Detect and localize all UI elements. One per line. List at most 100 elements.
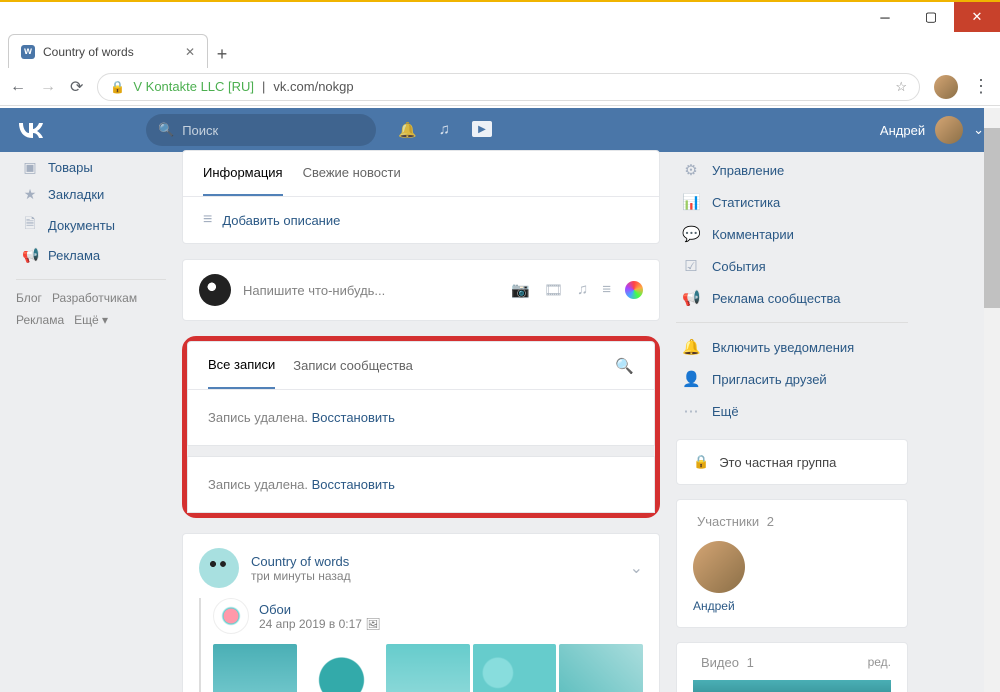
left-footer: Блог Разработчикам Реклама Ещё ▾: [16, 279, 166, 331]
member-avatar[interactable]: [693, 541, 745, 593]
favicon-icon: w: [21, 45, 35, 59]
video-thumbnail[interactable]: [693, 680, 891, 692]
nav-documents[interactable]: 🗎Документы: [16, 208, 166, 242]
search-placeholder: Поиск: [182, 123, 218, 138]
window-titlebar: ─ ▢ ✕: [0, 0, 1000, 32]
wall-tab-community[interactable]: Записи сообщества: [293, 343, 413, 388]
vk-page: 🔍 Поиск 🔔 ♫ ▶ Андрей ⌄ ▣Товары ★Закладки…: [0, 108, 1000, 692]
nav-ads[interactable]: 📢Реклама: [16, 242, 166, 269]
tab-fresh-news[interactable]: Свежие новости: [303, 151, 401, 196]
stats-link[interactable]: 📊Статистика: [676, 186, 908, 218]
footer-ads[interactable]: Реклама: [16, 313, 64, 327]
music-icon[interactable]: ♫: [439, 121, 450, 139]
deleted-post: Запись удалена. Восстановить: [187, 389, 655, 446]
post-author-name[interactable]: Country of words: [251, 554, 351, 569]
comment-icon: 💬: [682, 225, 700, 243]
wall-post: Country of words три минуты назад ⌄ Обои…: [182, 533, 660, 692]
image-icon: 🖼: [365, 617, 380, 631]
lock-icon: 🔒: [693, 454, 709, 470]
star-icon: ★: [22, 186, 38, 203]
page-scrollbar[interactable]: [984, 108, 1000, 692]
vk-user-menu[interactable]: Андрей ⌄: [880, 116, 984, 144]
play-icon[interactable]: ▶: [472, 121, 492, 137]
tab-title: Country of words: [43, 45, 134, 59]
tab-information[interactable]: Информация: [203, 151, 283, 196]
restore-link[interactable]: Восстановить: [312, 410, 395, 425]
window-minimize-button[interactable]: ─: [862, 2, 908, 32]
wall-search-icon[interactable]: 🔍: [615, 357, 634, 375]
thumbnail[interactable]: [386, 644, 470, 692]
lock-icon: 🔒: [110, 80, 125, 94]
url-secure-label: V Kontakte LLC [RU]: [133, 79, 254, 94]
bookmark-star-icon[interactable]: ☆: [895, 79, 907, 95]
window-maximize-button[interactable]: ▢: [908, 2, 954, 32]
megaphone-icon: 📢: [682, 289, 700, 307]
repost-block: Обои 24 апр 2019 в 0:17 🖼: [199, 598, 643, 692]
manage-link[interactable]: ⚙Управление: [676, 154, 908, 186]
repost-title[interactable]: Обои: [259, 602, 381, 617]
center-column: Информация Свежие новости ≡ Добавить опи…: [182, 150, 660, 692]
address-bar[interactable]: 🔒 V Kontakte LLC [RU] | vk.com/nokgp ☆: [97, 73, 920, 101]
window-close-button[interactable]: ✕: [954, 2, 1000, 32]
reload-button[interactable]: ⟳: [70, 77, 83, 97]
right-column: ⚙Управление 📊Статистика 💬Комментарии ☑Со…: [676, 150, 908, 692]
thumbnail[interactable]: [300, 644, 384, 692]
notifications-icon[interactable]: 🔔: [398, 121, 417, 139]
nav-bookmarks[interactable]: ★Закладки: [16, 181, 166, 208]
post-time: три минуты назад: [251, 569, 351, 583]
chrome-profile-avatar[interactable]: [934, 75, 958, 99]
more-attach-icon[interactable]: [625, 281, 643, 299]
audio-icon[interactable]: ♫: [577, 281, 588, 299]
camera-icon[interactable]: 📷: [511, 281, 530, 299]
thumbnail[interactable]: [473, 644, 557, 692]
footer-dev[interactable]: Разработчикам: [52, 291, 137, 305]
restore-link[interactable]: Восстановить: [312, 477, 395, 492]
vk-header: 🔍 Поиск 🔔 ♫ ▶ Андрей ⌄: [0, 108, 1000, 152]
footer-more[interactable]: Ещё ▾: [74, 313, 108, 327]
videos-edit-link[interactable]: ред.: [868, 655, 891, 670]
compose-post[interactable]: Напишите что-нибудь... 📷 🎞 ♫ ≡: [182, 259, 660, 321]
megaphone-icon: 📢: [22, 247, 38, 264]
forward-button[interactable]: →: [40, 78, 56, 96]
videos-block: Видео 1 ред.: [676, 642, 908, 692]
post-author-avatar[interactable]: [199, 548, 239, 588]
chevron-down-icon: ⌄: [973, 122, 984, 138]
browser-tab-strip: w Country of words ✕ +: [0, 32, 1000, 68]
notifications-link[interactable]: 🔔Включить уведомления: [676, 331, 908, 363]
article-icon[interactable]: ≡: [602, 281, 611, 299]
scrollbar-thumb[interactable]: [984, 128, 1000, 308]
add-description-button[interactable]: ≡ Добавить описание: [183, 197, 659, 243]
user-name: Андрей: [880, 123, 925, 138]
thumbnail[interactable]: [559, 644, 643, 692]
calendar-icon: ☑: [682, 257, 700, 275]
vk-search-input[interactable]: 🔍 Поиск: [146, 114, 376, 146]
search-icon: 🔍: [158, 122, 174, 138]
nav-goods[interactable]: ▣Товары: [16, 154, 166, 181]
back-button[interactable]: ←: [10, 78, 26, 96]
user-avatar: [935, 116, 963, 144]
members-title[interactable]: Участники 2: [693, 514, 891, 529]
comments-link[interactable]: 💬Комментарии: [676, 218, 908, 250]
compose-avatar: [199, 274, 231, 306]
community-ads-link[interactable]: 📢Реклама сообщества: [676, 282, 908, 314]
chrome-menu-button[interactable]: ⋮: [972, 76, 990, 97]
browser-toolbar: ← → ⟳ 🔒 V Kontakte LLC [RU] | vk.com/nok…: [0, 68, 1000, 106]
videos-title[interactable]: Видео 1: [697, 655, 754, 670]
footer-blog[interactable]: Блог: [16, 291, 42, 305]
tab-close-icon[interactable]: ✕: [185, 45, 195, 59]
wall-tab-all[interactable]: Все записи: [208, 342, 275, 389]
browser-tab[interactable]: w Country of words ✕: [8, 34, 208, 68]
video-icon[interactable]: 🎞: [544, 281, 563, 299]
post-more-icon[interactable]: ⌄: [630, 558, 643, 578]
highlight-box: Все записи Записи сообщества 🔍 Запись уд…: [182, 336, 660, 518]
new-tab-button[interactable]: +: [208, 40, 236, 68]
repost-avatar[interactable]: [213, 598, 249, 634]
post-thumbnails: [213, 644, 643, 692]
member-name[interactable]: Андрей: [693, 599, 891, 613]
invite-link[interactable]: 👤Пригласить друзей: [676, 363, 908, 395]
events-link[interactable]: ☑События: [676, 250, 908, 282]
more-link[interactable]: ⋯Ещё: [676, 395, 908, 427]
vk-logo-icon[interactable]: [16, 115, 46, 145]
thumbnail[interactable]: [213, 644, 297, 692]
private-group-notice: 🔒 Это частная группа: [676, 439, 908, 485]
